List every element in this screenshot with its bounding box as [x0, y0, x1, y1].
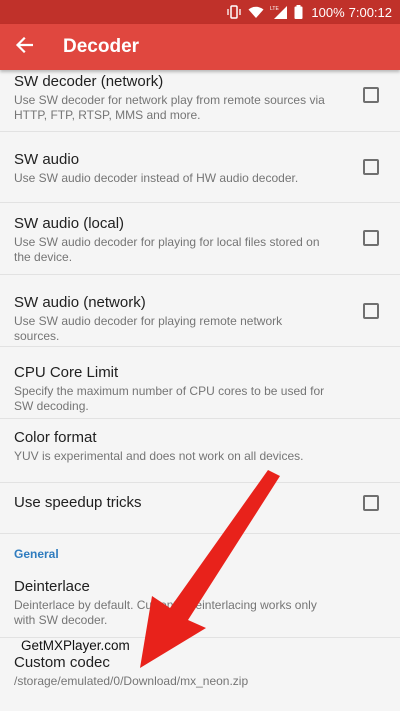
pref-cpu-core-limit[interactable]: CPU Core Limit Specify the maximum numbe…	[0, 347, 400, 419]
pref-title: SW audio (network)	[14, 294, 146, 311]
page-title: Decoder	[63, 36, 140, 57]
pref-title: SW audio	[14, 151, 80, 168]
arrow-left-icon	[15, 36, 34, 58]
pref-title: Use speedup tricks	[14, 494, 142, 511]
pref-sw-audio-network[interactable]: SW audio (network) Use SW audio decoder …	[0, 275, 400, 347]
pref-sw-audio[interactable]: SW audio Use SW audio decoder instead of…	[0, 132, 400, 203]
pref-summary: Use SW audio decoder instead of HW audio…	[14, 171, 299, 185]
pref-title: Deinterlace	[14, 578, 90, 595]
pref-summary: Use SW decoder for network play from rem…	[14, 93, 325, 122]
network-type-label: LTE	[270, 6, 279, 12]
pref-summary: /storage/emulated/0/Download/mx_neon.zip	[14, 674, 249, 688]
battery-percent: 100%	[311, 4, 345, 20]
sw-decoder-network-checkbox[interactable]	[363, 87, 379, 103]
sw-audio-local-checkbox[interactable]	[363, 230, 379, 246]
pref-deinterlace[interactable]: Deinterlace Deinterlace by default. Curr…	[0, 574, 400, 638]
pref-sw-decoder-network[interactable]: SW decoder (network) Use SW decoder for …	[0, 70, 400, 132]
section-header-general: General	[14, 547, 59, 561]
pref-sw-audio-local[interactable]: SW audio (local) Use SW audio decoder fo…	[0, 203, 400, 275]
pref-title: SW audio (local)	[14, 215, 125, 232]
sw-audio-network-checkbox[interactable]	[363, 303, 379, 319]
signal-icon: LTE	[270, 5, 288, 19]
pref-color-format[interactable]: Color format YUV is experimental and doe…	[0, 419, 400, 483]
pref-use-speedup-tricks[interactable]: Use speedup tricks	[0, 483, 400, 534]
pref-title: CPU Core Limit	[14, 364, 119, 381]
clock: 7:00:12	[348, 4, 392, 20]
wifi-icon	[248, 6, 264, 19]
back-button[interactable]	[0, 24, 48, 70]
vibrate-icon	[226, 5, 242, 19]
status-icons: LTE	[226, 5, 303, 19]
pref-summary: Use SW audio decoder for playing for loc…	[14, 235, 320, 264]
pref-title: Color format	[14, 429, 97, 446]
pref-summary: YUV is experimental and does not work on…	[14, 449, 304, 463]
pref-summary: Deinterlace by default. Currently deinte…	[14, 598, 317, 627]
use-speedup-tricks-checkbox[interactable]	[363, 495, 379, 511]
battery-icon	[294, 5, 303, 19]
pref-title: Custom codec	[14, 654, 110, 671]
watermark: GetMXPlayer.com	[19, 638, 132, 653]
app-bar: Decoder	[0, 24, 400, 70]
pref-summary: Specify the maximum number of CPU cores …	[14, 384, 325, 413]
pref-summary: Use SW audio decoder for playing remote …	[14, 314, 283, 343]
preference-list: SW decoder (network) Use SW decoder for …	[0, 70, 400, 704]
sw-audio-checkbox[interactable]	[363, 159, 379, 175]
pref-title: SW decoder (network)	[14, 73, 164, 90]
status-bar: LTE 100% 7:00:12	[0, 0, 400, 24]
